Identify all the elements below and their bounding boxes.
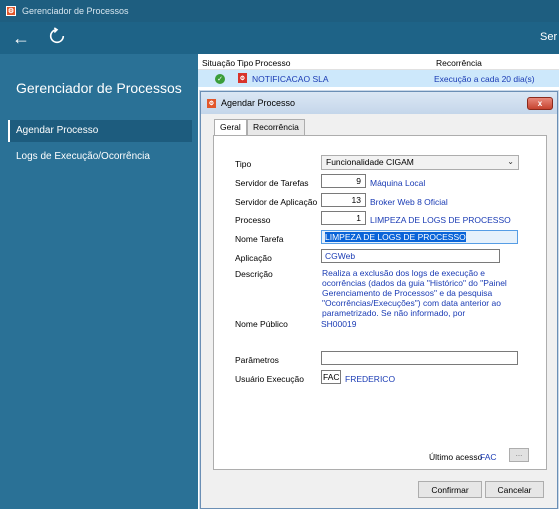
ultimo-acesso-value: FAC (480, 452, 497, 462)
servidor-tarefas-label: Servidor de Tarefas (235, 178, 309, 188)
top-bar: ← Ser (0, 22, 559, 54)
check-icon: ✓ (215, 74, 225, 84)
nome-publico-label: Nome Público (235, 319, 288, 329)
aplicacao-label: Aplicação (235, 253, 272, 263)
tipo-value: Funcionalidade CIGAM (326, 157, 414, 167)
servidor-aplicacao-code-input[interactable]: 13 (321, 193, 366, 207)
parametros-input[interactable] (321, 351, 518, 365)
app-icon: ⚙ (6, 6, 16, 16)
tipo-label: Tipo (235, 159, 252, 169)
arrow-left-icon[interactable]: ← (12, 28, 30, 49)
close-icon: x (537, 99, 543, 108)
tipo-select[interactable]: Funcionalidade CIGAM ⌄ (321, 155, 519, 170)
sidebar-item-label: Logs de Execução/Ocorrência (16, 151, 150, 162)
descricao-text: Realiza a exclusão dos logs de execução … (322, 268, 507, 318)
column-header-tipo[interactable]: Tipo (237, 58, 253, 68)
nome-tarefa-value: LIMPEZA DE LOGS DE PROCESSO (325, 232, 466, 242)
tab-geral[interactable]: Geral (214, 119, 247, 136)
aplicacao-input[interactable]: CGWeb (321, 249, 500, 263)
parametros-label: Parâmetros (235, 355, 279, 365)
close-button[interactable]: x (527, 97, 553, 110)
ultimo-acesso-button[interactable]: ... (509, 448, 529, 462)
sidebar-item-label: Agendar Processo (16, 125, 99, 136)
tab-panel-geral: Tipo Funcionalidade CIGAM ⌄ Servidor de … (213, 135, 547, 470)
nome-publico-value: SH00019 (321, 319, 357, 329)
row-process: NOTIFICACAO SLA (252, 74, 329, 84)
tab-recorrencia[interactable]: Recorrência (247, 119, 305, 135)
window-title: Gerenciador de Processos (22, 6, 129, 16)
descricao-label: Descrição (235, 269, 273, 279)
top-bar-right-text: Ser (540, 31, 558, 43)
sidebar-item-logs[interactable]: Logs de Execução/Ocorrência (8, 146, 192, 168)
sidebar-item-agendar-processo[interactable]: Agendar Processo (8, 120, 192, 142)
servidor-tarefas-code-input[interactable]: 9 (321, 174, 366, 188)
servidor-tarefas-name: Máquina Local (370, 178, 426, 188)
dialog-title: Agendar Processo (221, 98, 296, 108)
dialog-titlebar: ⚙ Agendar Processo (201, 92, 557, 114)
nome-tarefa-label: Nome Tarefa (235, 234, 284, 244)
sidebar: Gerenciador de Processos Agendar Process… (0, 54, 198, 509)
nome-tarefa-input[interactable]: LIMPEZA DE LOGS DE PROCESSO (321, 230, 518, 244)
processo-name: LIMPEZA DE LOGS DE PROCESSO (370, 215, 511, 225)
processo-code-input[interactable]: 1 (321, 211, 366, 225)
table-row[interactable]: ✓ ⚙ NOTIFICACAO SLA Execução a cada 20 d… (198, 70, 559, 87)
cancel-label: Cancelar (497, 484, 532, 495)
ultimo-acesso-label: Último acesso (429, 452, 483, 462)
process-icon: ⚙ (238, 73, 247, 83)
cancel-button[interactable]: Cancelar (485, 481, 544, 498)
window-titlebar: ⚙ Gerenciador de Processos (0, 0, 559, 22)
usuario-execucao-code-input[interactable]: FAC (321, 370, 341, 384)
chevron-down-icon: ⌄ (507, 157, 514, 166)
agendar-processo-dialog: ⚙ Agendar Processo x Geral Recorrência T… (200, 91, 558, 509)
column-header-recorrencia[interactable]: Recorrência (436, 58, 482, 68)
servidor-aplicacao-name: Broker Web 8 Oficial (370, 197, 448, 207)
refresh-icon[interactable] (48, 27, 66, 45)
usuario-execucao-label: Usuário Execução (235, 374, 304, 384)
column-header-situacao[interactable]: Situação (202, 58, 235, 68)
servidor-aplicacao-label: Servidor de Aplicação (235, 197, 318, 207)
processo-label: Processo (235, 215, 271, 225)
confirm-label: Confirmar (431, 484, 469, 495)
app-icon: ⚙ (207, 98, 216, 108)
row-recurrence: Execução a cada 20 dia(s) (434, 74, 535, 84)
grid-header: Situação Tipo Processo Recorrência (198, 54, 559, 70)
confirm-button[interactable]: Confirmar (418, 481, 482, 498)
column-header-processo[interactable]: Processo (255, 58, 290, 68)
usuario-execucao-name: FREDERICO (345, 374, 396, 384)
sidebar-title: Gerenciador de Processos (16, 80, 182, 96)
